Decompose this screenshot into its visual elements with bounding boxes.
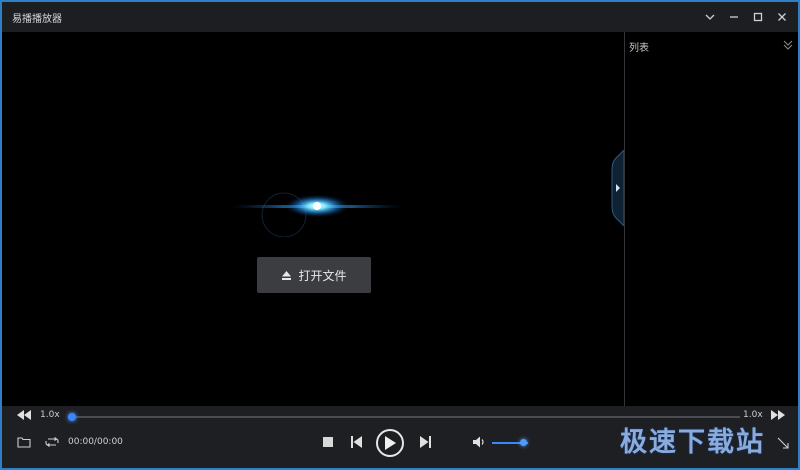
minimize-button[interactable] (722, 2, 746, 32)
skip-previous-icon (350, 436, 362, 448)
rewind-icon (17, 410, 31, 420)
stop-icon (323, 437, 333, 447)
folder-icon (17, 437, 31, 448)
previous-button[interactable] (350, 436, 362, 448)
open-file-label: 打开文件 (298, 268, 347, 283)
progress-knob[interactable] (68, 413, 76, 421)
playlist-panel: 列表 (624, 32, 798, 406)
fullscreen-button[interactable] (776, 436, 790, 450)
video-area[interactable]: 打开文件 (2, 32, 622, 406)
speed-up-button[interactable] (770, 409, 786, 421)
expand-icon (777, 437, 789, 449)
play-button[interactable] (375, 428, 405, 458)
lens-flare-logo (232, 192, 402, 237)
speed-left-label: 1.0x (40, 410, 60, 420)
play-icon (385, 436, 396, 450)
playlist-toggle-handle[interactable] (606, 150, 624, 226)
window-controls (698, 2, 794, 32)
dropdown-button[interactable] (698, 2, 722, 32)
playlist-title: 列表 (629, 43, 649, 54)
chevron-down-icon (705, 14, 715, 20)
watermark: 极速下载站 (620, 427, 765, 458)
speed-right-label: 1.0x (743, 410, 763, 420)
close-icon (778, 13, 786, 21)
fast-forward-icon (771, 410, 785, 420)
loop-icon (45, 437, 59, 447)
close-button[interactable] (770, 2, 794, 32)
player-window: 易播播放器 打开文件 列表 1.0x 1.0x 00:00/00:00 (2, 2, 798, 468)
volume-icon (473, 436, 484, 448)
double-chevron-down-icon[interactable] (783, 40, 793, 50)
eject-icon (282, 270, 292, 280)
open-file-button[interactable]: 打开文件 (257, 257, 371, 293)
mute-button[interactable] (473, 436, 487, 448)
volume-knob[interactable] (519, 439, 527, 446)
minimize-icon (730, 16, 738, 18)
loop-button[interactable] (44, 435, 60, 449)
window-title: 易播播放器 (12, 13, 62, 25)
progress-bar[interactable] (68, 413, 740, 421)
title-bar[interactable]: 易播播放器 (2, 2, 798, 32)
maximize-button[interactable] (746, 2, 770, 32)
skip-next-icon (419, 436, 431, 448)
next-button[interactable] (419, 436, 431, 448)
timecode: 00:00/00:00 (68, 437, 123, 447)
maximize-icon (753, 12, 763, 22)
slow-down-button[interactable] (16, 409, 32, 421)
play-circle (376, 429, 404, 457)
open-folder-button[interactable] (16, 435, 32, 449)
stop-button[interactable] (322, 436, 334, 448)
